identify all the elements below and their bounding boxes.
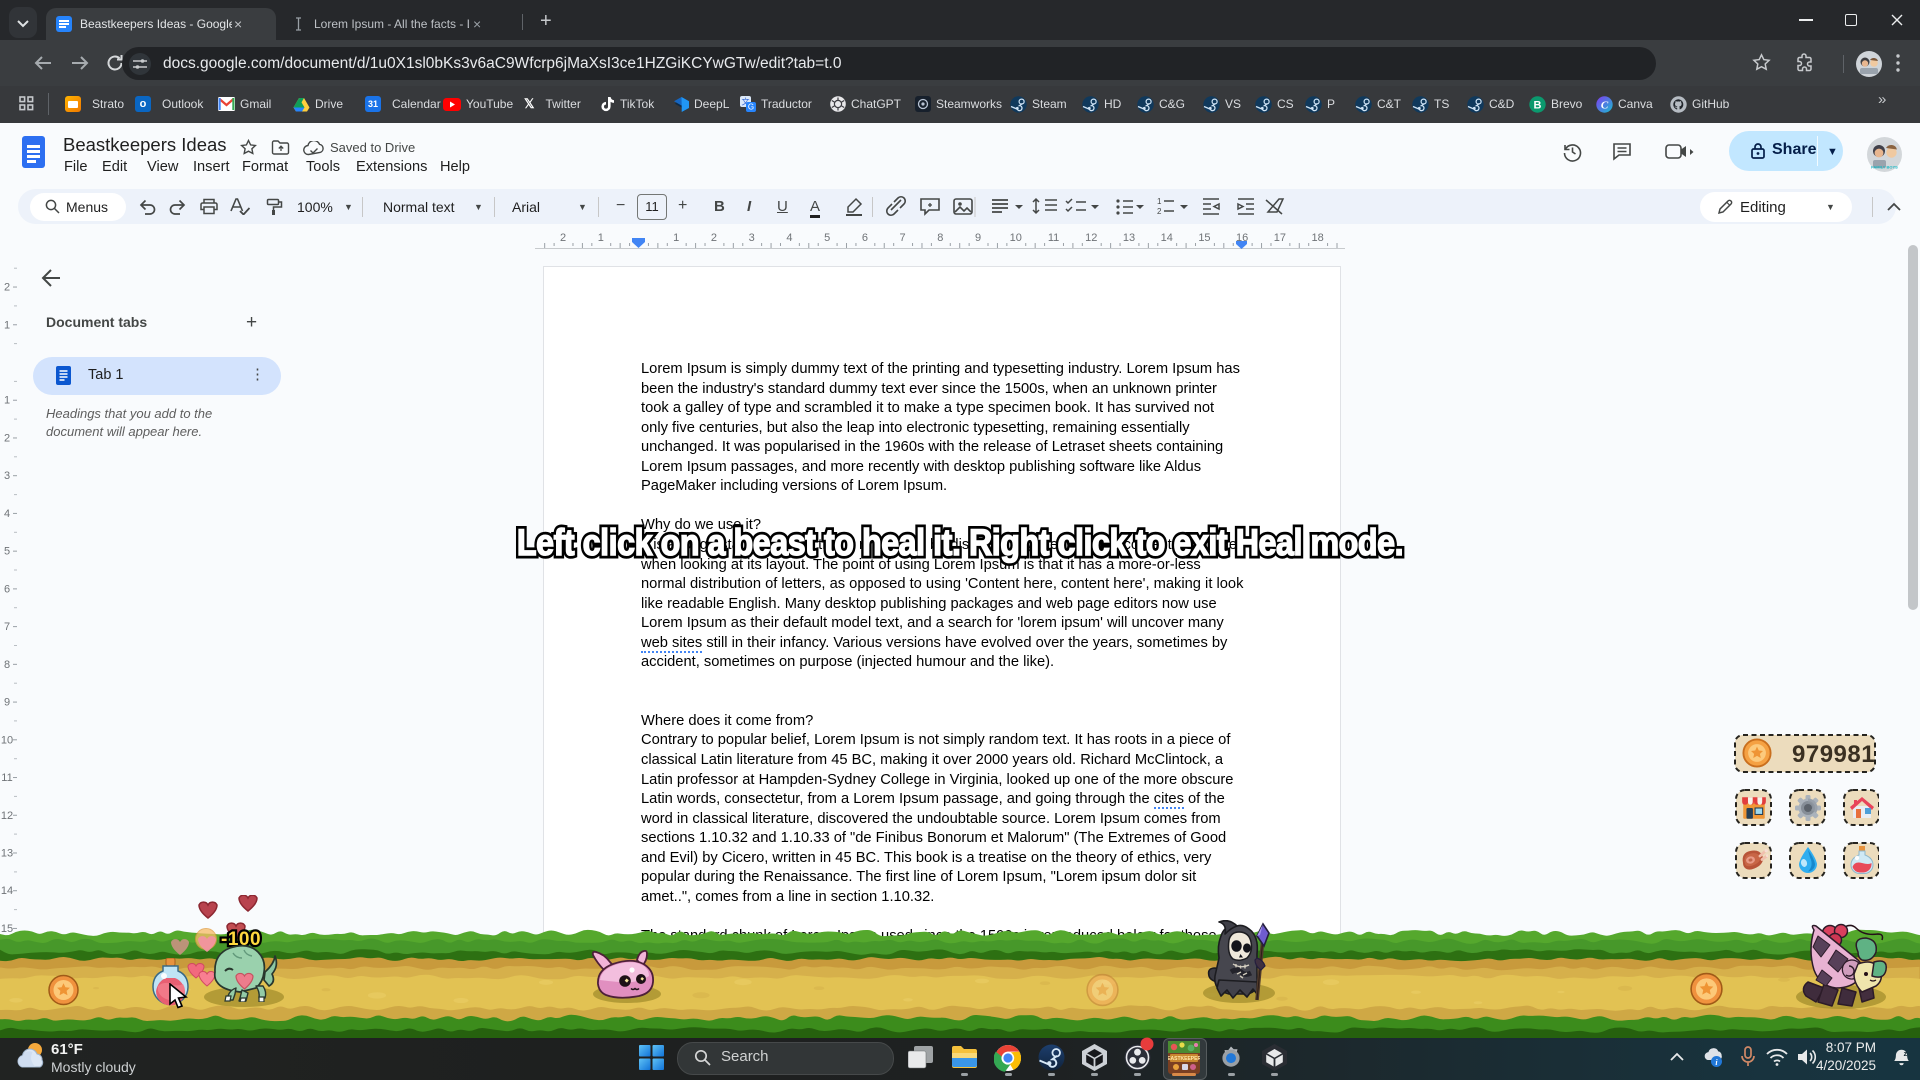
svg-text:15: 15 xyxy=(1198,232,1210,244)
svg-text:2: 2 xyxy=(4,282,10,294)
svg-text:10: 10 xyxy=(1010,232,1022,244)
svg-text:1: 1 xyxy=(673,232,679,244)
svg-text:4: 4 xyxy=(786,232,792,244)
svg-text:13: 13 xyxy=(1123,232,1135,244)
svg-text:FAMILY BOYS: FAMILY BOYS xyxy=(1871,165,1898,170)
svg-text:9: 9 xyxy=(975,232,981,244)
svg-text:6: 6 xyxy=(862,232,868,244)
svg-text:C: C xyxy=(1601,99,1609,111)
svg-text:14: 14 xyxy=(1161,232,1173,244)
svg-text:6: 6 xyxy=(4,583,10,595)
svg-text:5: 5 xyxy=(4,546,10,558)
svg-text:18: 18 xyxy=(1312,232,1324,244)
svg-text:8: 8 xyxy=(4,659,10,671)
svg-text:G: G xyxy=(748,103,754,112)
svg-text:5: 5 xyxy=(824,232,830,244)
svg-text:1: 1 xyxy=(4,395,10,407)
svg-text:12: 12 xyxy=(1085,232,1097,244)
svg-text:9: 9 xyxy=(4,697,10,709)
svg-text:7: 7 xyxy=(900,232,906,244)
svg-text:B: B xyxy=(1534,99,1542,111)
svg-text:12: 12 xyxy=(1,810,13,822)
svg-text:8: 8 xyxy=(937,232,943,244)
svg-text:11: 11 xyxy=(1,772,12,784)
svg-text:BEASTKEEPERS: BEASTKEEPERS xyxy=(1168,1056,1200,1062)
svg-text:11: 11 xyxy=(1048,232,1059,244)
svg-text:13: 13 xyxy=(1,847,13,859)
svg-text:1: 1 xyxy=(598,232,604,244)
svg-text:3: 3 xyxy=(749,232,755,244)
svg-text:2: 2 xyxy=(560,232,566,244)
svg-text:3: 3 xyxy=(4,470,10,482)
svg-text:1: 1 xyxy=(4,319,10,331)
svg-text:2: 2 xyxy=(4,432,10,444)
svg-text:17: 17 xyxy=(1274,232,1286,244)
svg-text:2: 2 xyxy=(1157,207,1162,216)
svg-text:2: 2 xyxy=(711,232,717,244)
svg-text:4: 4 xyxy=(4,508,10,520)
svg-text:14: 14 xyxy=(1,885,13,897)
svg-text:1: 1 xyxy=(1157,197,1162,206)
svg-text:z: z xyxy=(1903,1049,1907,1058)
svg-text:7: 7 xyxy=(4,621,10,633)
svg-text:10: 10 xyxy=(1,734,13,746)
